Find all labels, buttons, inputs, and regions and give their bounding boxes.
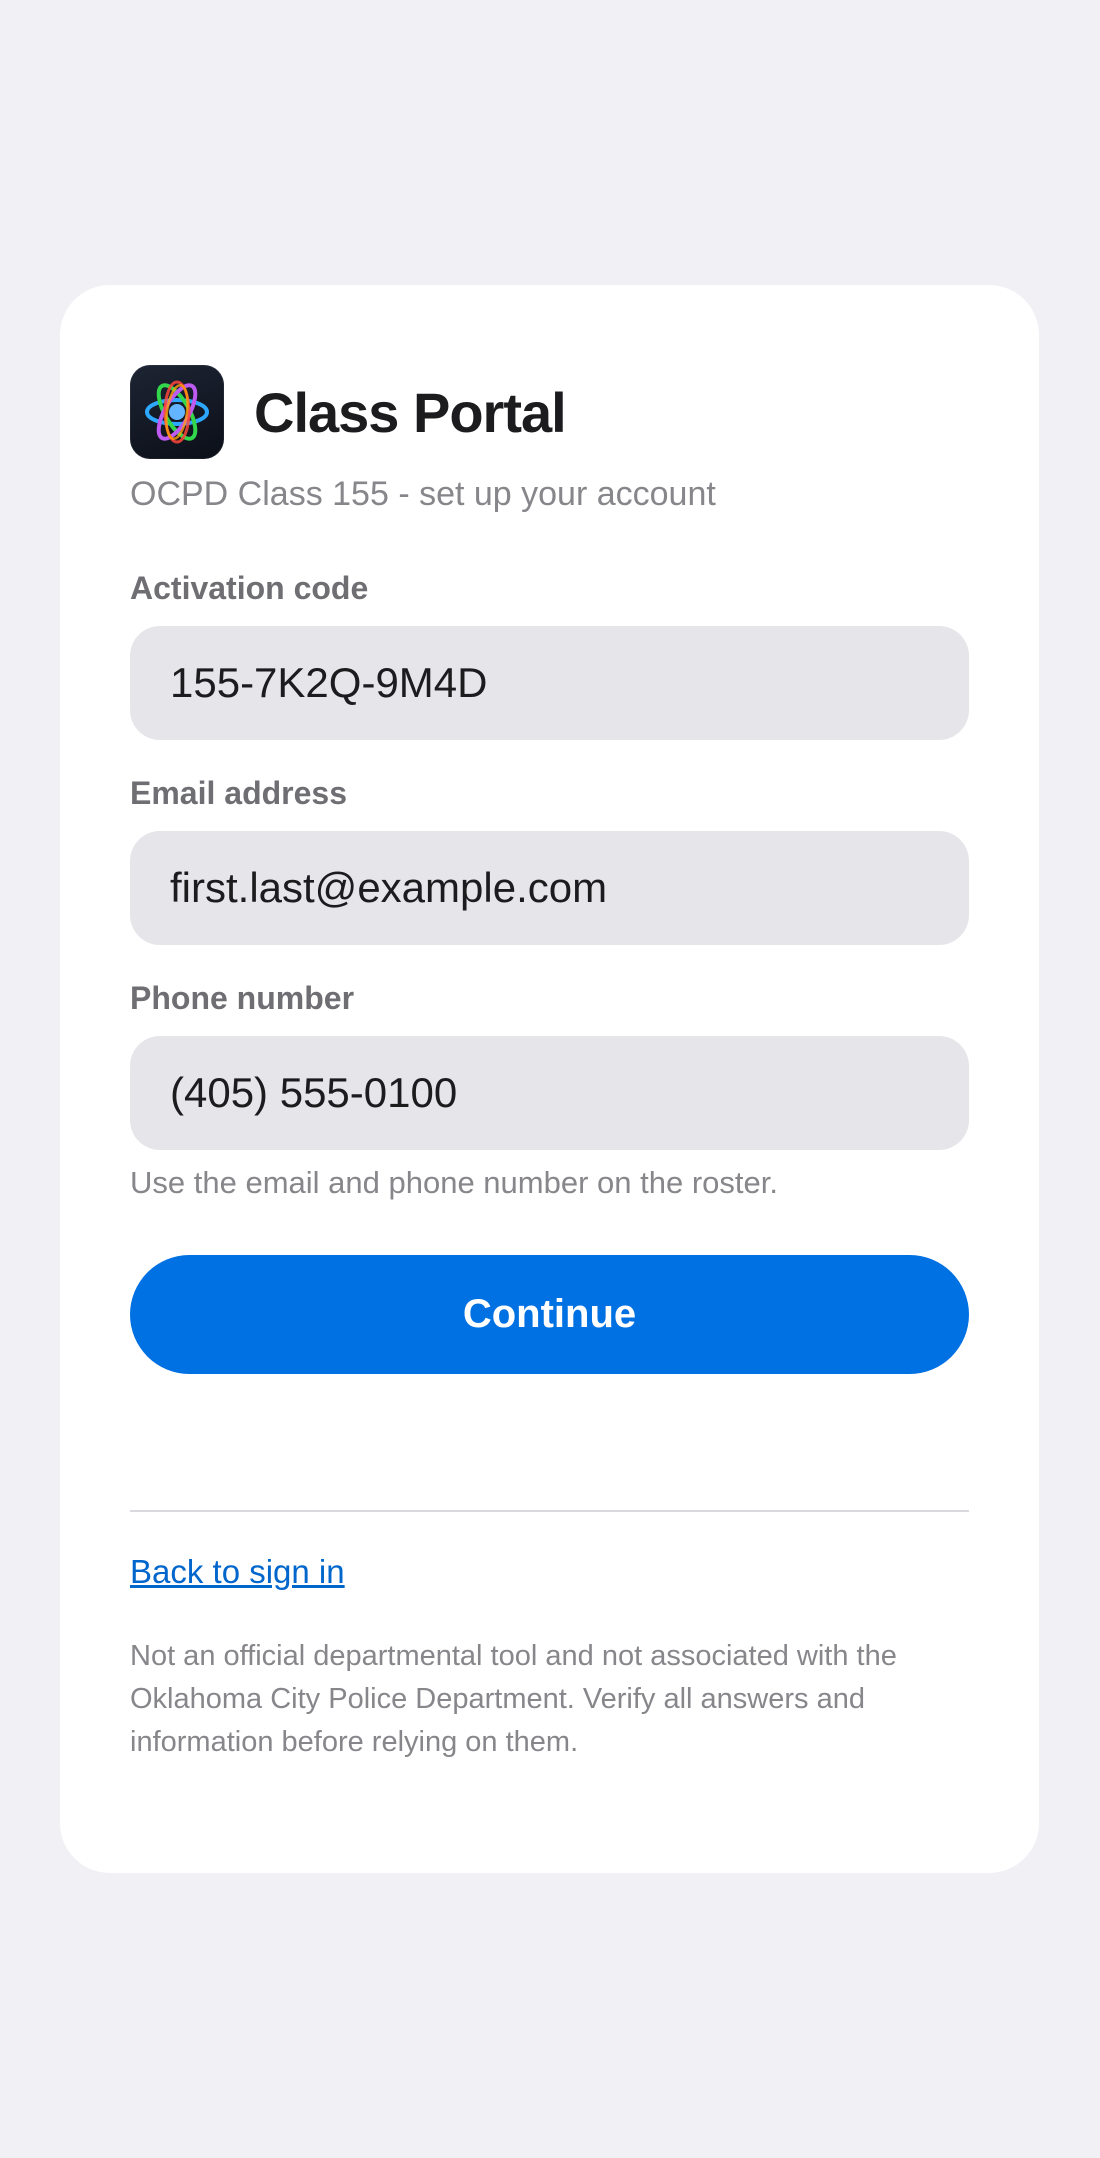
phone-input[interactable] xyxy=(170,1069,929,1117)
atom-icon xyxy=(130,365,224,459)
phone-label: Phone number xyxy=(130,980,355,1016)
divider xyxy=(130,1510,969,1512)
page-subtitle: OCPD Class 155 - set up your account xyxy=(130,475,716,513)
app-title: Class Portal xyxy=(254,380,567,444)
signup-card: Class Portal OCPD Class 155 - set up you… xyxy=(60,285,1039,1873)
email-input[interactable] xyxy=(170,864,929,912)
email-label: Email address xyxy=(130,775,347,811)
back-to-sign-in-link[interactable]: Back to sign in xyxy=(130,1553,345,1591)
email-field[interactable] xyxy=(130,831,969,945)
disclaimer-text: Not an official departmental tool and no… xyxy=(130,1640,897,1758)
activation-code-field[interactable] xyxy=(130,626,969,740)
app-header: Class Portal xyxy=(130,365,567,459)
activation-code-input[interactable] xyxy=(170,659,929,707)
activation-code-label: Activation code xyxy=(130,570,369,606)
continue-button[interactable]: Continue xyxy=(130,1255,969,1374)
helper-text: Use the email and phone number on the ro… xyxy=(130,1165,778,1200)
phone-field[interactable] xyxy=(130,1036,969,1150)
